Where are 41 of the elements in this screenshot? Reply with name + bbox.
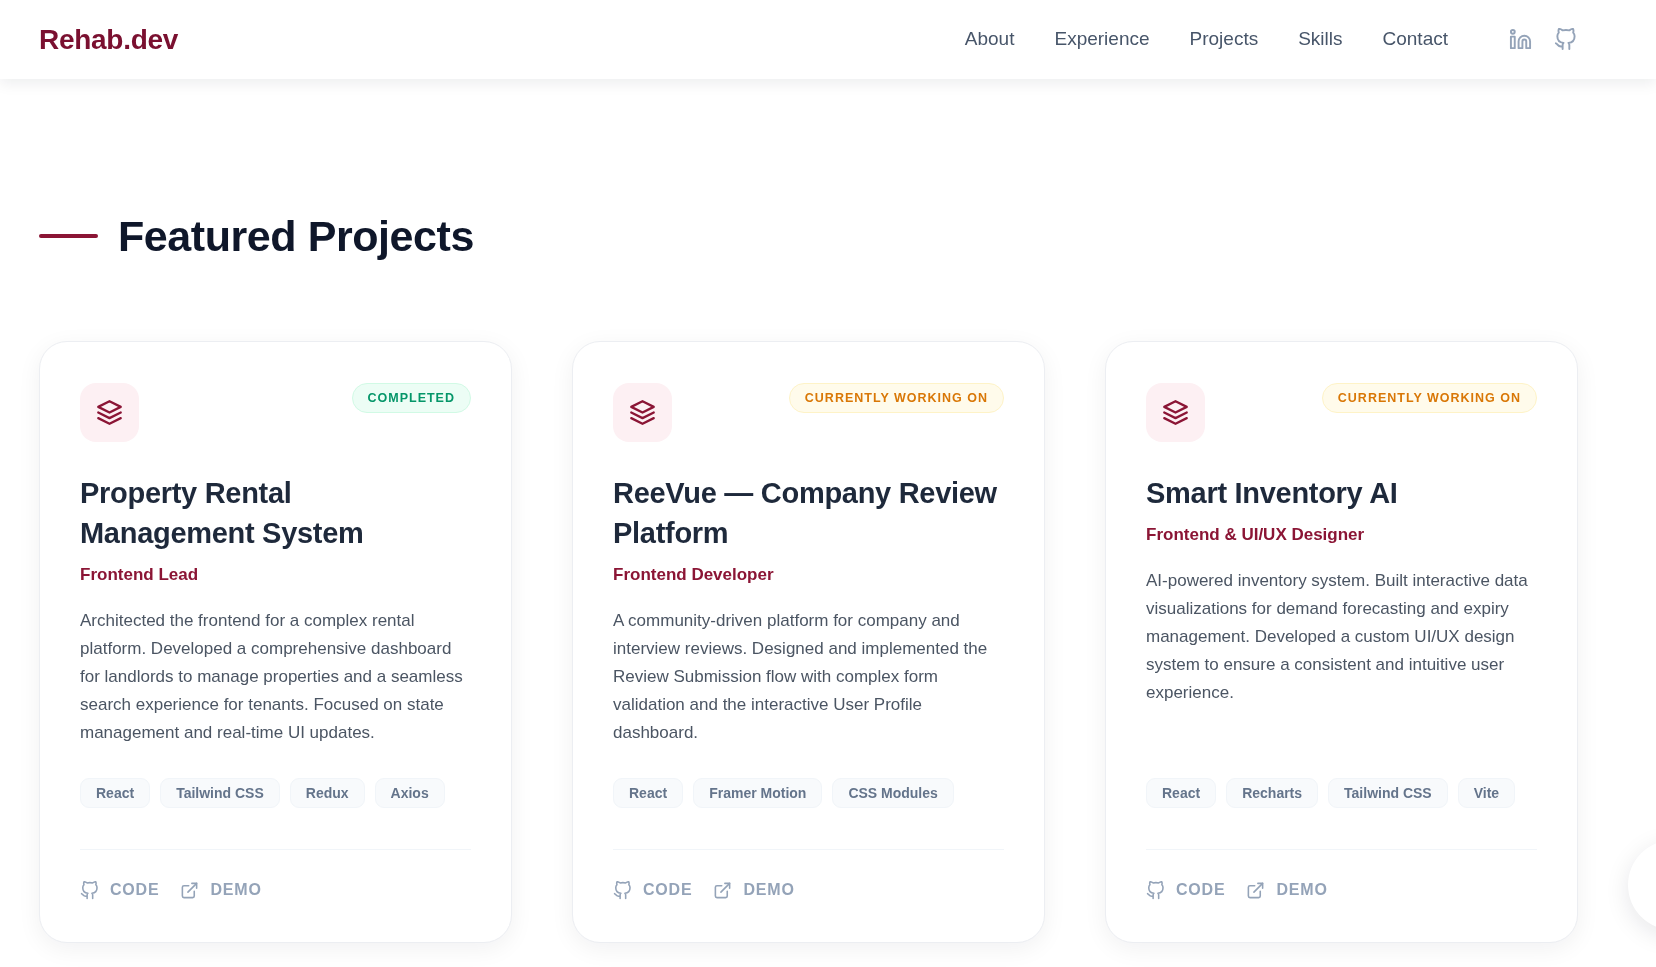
status-badge: CURRENTLY WORKING ON xyxy=(1321,383,1537,413)
status-badge: COMPLETED xyxy=(351,383,471,413)
github-icon xyxy=(613,880,632,900)
tech-tag: React xyxy=(80,778,151,808)
layers-icon xyxy=(1146,383,1205,442)
project-role: Frontend Developer xyxy=(613,564,775,586)
external-link-icon xyxy=(713,880,733,900)
tech-tag: Redux xyxy=(289,778,365,808)
tech-tag: Tailwind CSS xyxy=(160,778,280,808)
tech-tag: Vite xyxy=(1457,778,1516,808)
tech-tag: React xyxy=(1146,778,1217,808)
nav-link[interactable]: About xyxy=(964,25,1015,54)
tech-tag: Framer Motion xyxy=(693,778,823,808)
tech-tag: Recharts xyxy=(1226,778,1319,808)
project-title: Smart Inventory AI xyxy=(1146,476,1399,511)
tech-tag: Tailwind CSS xyxy=(1328,778,1448,808)
layers-icon xyxy=(80,383,139,442)
github-icon[interactable] xyxy=(1554,28,1577,51)
site-logo[interactable]: Rehab.dev xyxy=(39,18,179,61)
external-link-icon xyxy=(180,880,200,900)
external-link-icon xyxy=(1246,880,1266,900)
section-title: Featured Projects xyxy=(118,210,474,262)
project-description: Architected the frontend for a complex rental platform. Developed a comprehensive dashboard for landlords to manage properties and a seamless search experience for tenants. Focused on state management and real-time UI updates. xyxy=(80,610,464,744)
tech-tag: React xyxy=(613,778,684,808)
nav-link[interactable]: Contact xyxy=(1382,25,1448,54)
project-title: Property Rental Management System xyxy=(80,476,365,551)
nav-link[interactable]: Experience xyxy=(1054,25,1150,54)
nav-link[interactable]: Skills xyxy=(1298,25,1343,54)
tech-tag: CSS Modules xyxy=(832,778,954,808)
project-role: Frontend & UI/UX Designer xyxy=(1146,524,1366,546)
linkedin-icon[interactable] xyxy=(1509,28,1532,51)
nav-link[interactable]: Projects xyxy=(1189,25,1259,54)
project-description: A community-driven platform for company and interview reviews. Designed and implemented the Review Submission flow with complex form validation and the interactive User Profile dashboard. xyxy=(613,610,989,744)
layers-icon xyxy=(613,383,672,442)
project-description: AI-powered inventory system. Built interactive data visualizations for demand forecasting and expiry management. Developed a custom UI/UX design system to ensure a consistent and intuitive user experience. xyxy=(1146,570,1529,704)
status-badge: CURRENTLY WORKING ON xyxy=(788,383,1004,413)
project-role: Frontend Lead xyxy=(80,564,200,586)
github-icon xyxy=(1146,880,1165,900)
tech-tag: Axios xyxy=(374,778,445,808)
github-icon xyxy=(80,880,99,900)
project-title: ReeVue — Company Review Platform xyxy=(613,476,998,551)
